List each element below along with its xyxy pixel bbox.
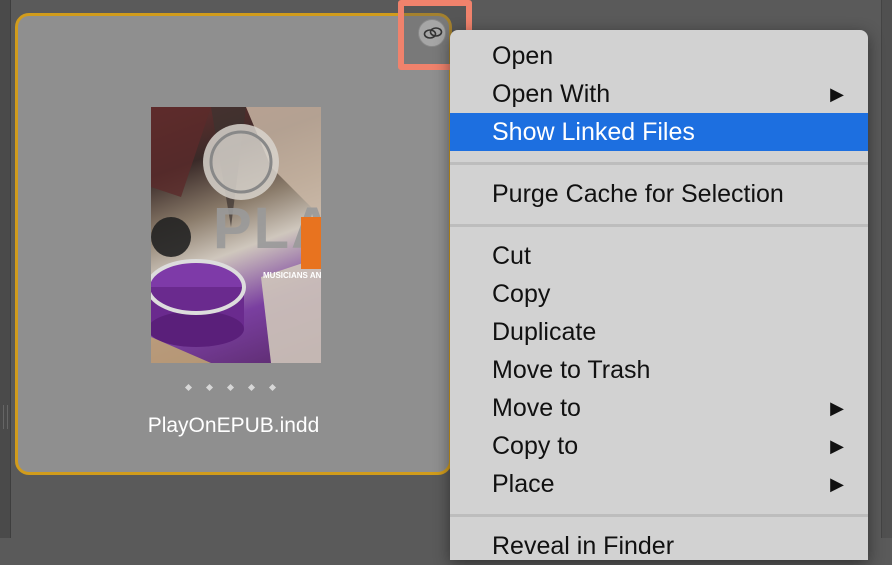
- menu-item-open[interactable]: Open: [450, 37, 868, 75]
- menu-separator: [450, 213, 868, 237]
- page-dot: [184, 383, 193, 392]
- submenu-arrow-icon: ▶: [830, 474, 844, 494]
- menu-item-label: Copy to: [492, 432, 579, 460]
- menu-item-label: Purge Cache for Selection: [492, 180, 784, 208]
- menu-item-label: Reveal in Finder: [492, 532, 675, 560]
- page-dot: [226, 383, 235, 392]
- menu-separator: [450, 503, 868, 527]
- submenu-arrow-icon: ▶: [830, 398, 844, 418]
- context-menu: Open Open With ▶ Show Linked Files Purge…: [450, 30, 868, 560]
- menu-item-label: Move to: [492, 394, 581, 422]
- left-panel-edge: [0, 0, 11, 538]
- menu-item-label: Place: [492, 470, 555, 498]
- menu-item-label: Move to Trash: [492, 356, 651, 384]
- menu-item-reveal-in-finder[interactable]: Reveal in Finder: [450, 527, 868, 565]
- menu-item-label: Copy: [492, 280, 551, 308]
- file-name-label: PlayOnEPUB.indd: [147, 414, 320, 437]
- submenu-arrow-icon: ▶: [830, 436, 844, 456]
- menu-item-label: Cut: [492, 242, 531, 270]
- menu-item-copy[interactable]: Copy: [450, 275, 868, 313]
- menu-item-place[interactable]: Place ▶: [450, 465, 868, 503]
- cover-accent-bar: [301, 217, 321, 269]
- page-dot: [205, 383, 214, 392]
- menu-item-label: Show Linked Files: [492, 118, 695, 146]
- resize-grip[interactable]: [3, 405, 8, 429]
- menu-item-move-to-trash[interactable]: Move to Trash: [450, 351, 868, 389]
- submenu-arrow-icon: ▶: [830, 84, 844, 104]
- menu-item-purge-cache[interactable]: Purge Cache for Selection: [450, 175, 868, 213]
- file-thumbnail-card[interactable]: PLAY MUSICIANS AND TH PlayOnEPUB.indd: [15, 13, 452, 475]
- page-dot: [268, 383, 277, 392]
- menu-item-show-linked-files[interactable]: Show Linked Files: [450, 113, 868, 151]
- menu-item-copy-to[interactable]: Copy to ▶: [450, 427, 868, 465]
- menu-item-cut[interactable]: Cut: [450, 237, 868, 275]
- menu-separator: [450, 151, 868, 175]
- page-indicator-dots: [184, 383, 277, 392]
- linked-files-icon[interactable]: [418, 19, 446, 47]
- menu-item-move-to[interactable]: Move to ▶: [450, 389, 868, 427]
- chain-link-icon: [423, 27, 443, 39]
- right-panel-edge: [881, 0, 892, 538]
- menu-item-label: Open With: [492, 80, 611, 108]
- menu-item-label: Open: [492, 42, 554, 70]
- menu-item-duplicate[interactable]: Duplicate: [450, 313, 868, 351]
- cover-subtitle: MUSICIANS AND TH: [263, 271, 321, 280]
- menu-item-label: Duplicate: [492, 318, 597, 346]
- page-dot: [247, 383, 256, 392]
- menu-item-open-with[interactable]: Open With ▶: [450, 75, 868, 113]
- document-cover-thumbnail: PLAY MUSICIANS AND TH: [151, 107, 321, 363]
